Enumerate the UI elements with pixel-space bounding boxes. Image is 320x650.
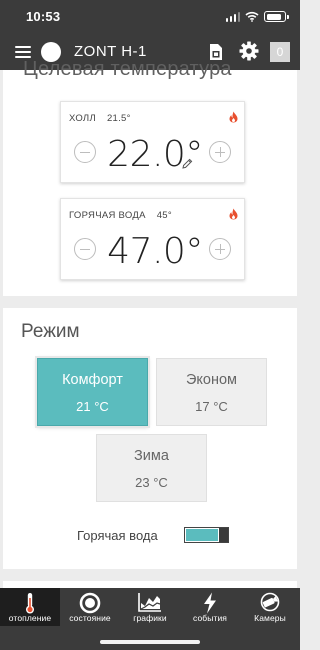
- increase-temp-button[interactable]: [209, 141, 231, 163]
- tab-charts[interactable]: графики: [120, 588, 180, 626]
- mode-winter-button[interactable]: Зима 23 °C: [96, 434, 207, 502]
- home-indicator-area: [0, 626, 300, 650]
- panel-title: Целевая температура: [23, 58, 232, 80]
- mode-temp: 21 °C: [76, 399, 109, 414]
- notifications-badge[interactable]: 0: [270, 42, 290, 62]
- mode-comfort-button[interactable]: Комфорт 21 °C: [37, 358, 148, 426]
- edit-pencil-icon[interactable]: [182, 158, 193, 169]
- status-bar: 10:53: [0, 0, 300, 34]
- zone-name: ХОЛЛ: [69, 113, 96, 124]
- zone-current-temp: 21.5°: [106, 113, 131, 124]
- tab-label: отопление: [8, 613, 52, 623]
- tab-heating[interactable]: отопление: [0, 588, 60, 626]
- status-icons: [225, 11, 289, 22]
- thermometer-icon: [26, 593, 34, 614]
- chart-icon: [138, 593, 161, 612]
- tab-label: состояние: [69, 613, 111, 623]
- menu-icon[interactable]: [15, 46, 31, 58]
- mode-temp: 23 °C: [135, 475, 168, 490]
- mode-name: Комфорт: [62, 372, 123, 388]
- flame-icon: [229, 111, 238, 123]
- bottom-tab-bar: отопление состояние графики события Каме…: [0, 588, 300, 626]
- zone-card-hall: ХОЛЛ 21.5° 22.0°: [60, 101, 245, 183]
- cellular-signal-icon: [225, 11, 240, 22]
- lightning-icon: [204, 592, 216, 614]
- mode-name: Эконом: [185, 372, 238, 388]
- tab-events[interactable]: события: [180, 588, 240, 626]
- decrease-temp-button[interactable]: [74, 238, 96, 260]
- settings-gear-icon[interactable]: [239, 41, 259, 61]
- status-circle-icon: [79, 592, 101, 614]
- zone-current-temp: 45°: [156, 210, 172, 221]
- battery-icon: [264, 11, 289, 22]
- mode-econom-button[interactable]: Эконом 17 °C: [156, 358, 267, 426]
- tab-label: графики: [133, 613, 167, 623]
- tab-label: события: [193, 613, 227, 623]
- mode-panel: Режим Комфорт 21 °C Эконом 17 °C Зима 23…: [3, 308, 297, 569]
- wifi-icon: [245, 11, 259, 22]
- hot-water-toggle[interactable]: [184, 527, 229, 543]
- tab-cameras[interactable]: Камеры: [240, 588, 300, 626]
- target-temperature-panel: Целевая температура ХОЛЛ 21.5° 22.0° ГОР…: [3, 58, 297, 296]
- camera-icon: [260, 592, 280, 612]
- tab-status[interactable]: состояние: [60, 588, 120, 626]
- flame-icon: [229, 208, 238, 220]
- zone-name: ГОРЯЧАЯ ВОДА: [69, 210, 146, 221]
- status-time: 10:53: [26, 9, 61, 24]
- tab-label: Камеры: [254, 613, 286, 623]
- zone-target-temp: 47.0°: [107, 231, 203, 272]
- zone-card-hot-water: ГОРЯЧАЯ ВОДА 45° 47.0°: [60, 198, 245, 280]
- mode-title: Режим: [21, 321, 80, 342]
- home-indicator[interactable]: [100, 640, 200, 644]
- mode-name: Зима: [134, 448, 169, 464]
- mode-temp: 17 °C: [195, 399, 228, 414]
- hot-water-label: Горячая вода: [77, 528, 158, 543]
- increase-temp-button[interactable]: [209, 238, 231, 260]
- decrease-temp-button[interactable]: [74, 141, 96, 163]
